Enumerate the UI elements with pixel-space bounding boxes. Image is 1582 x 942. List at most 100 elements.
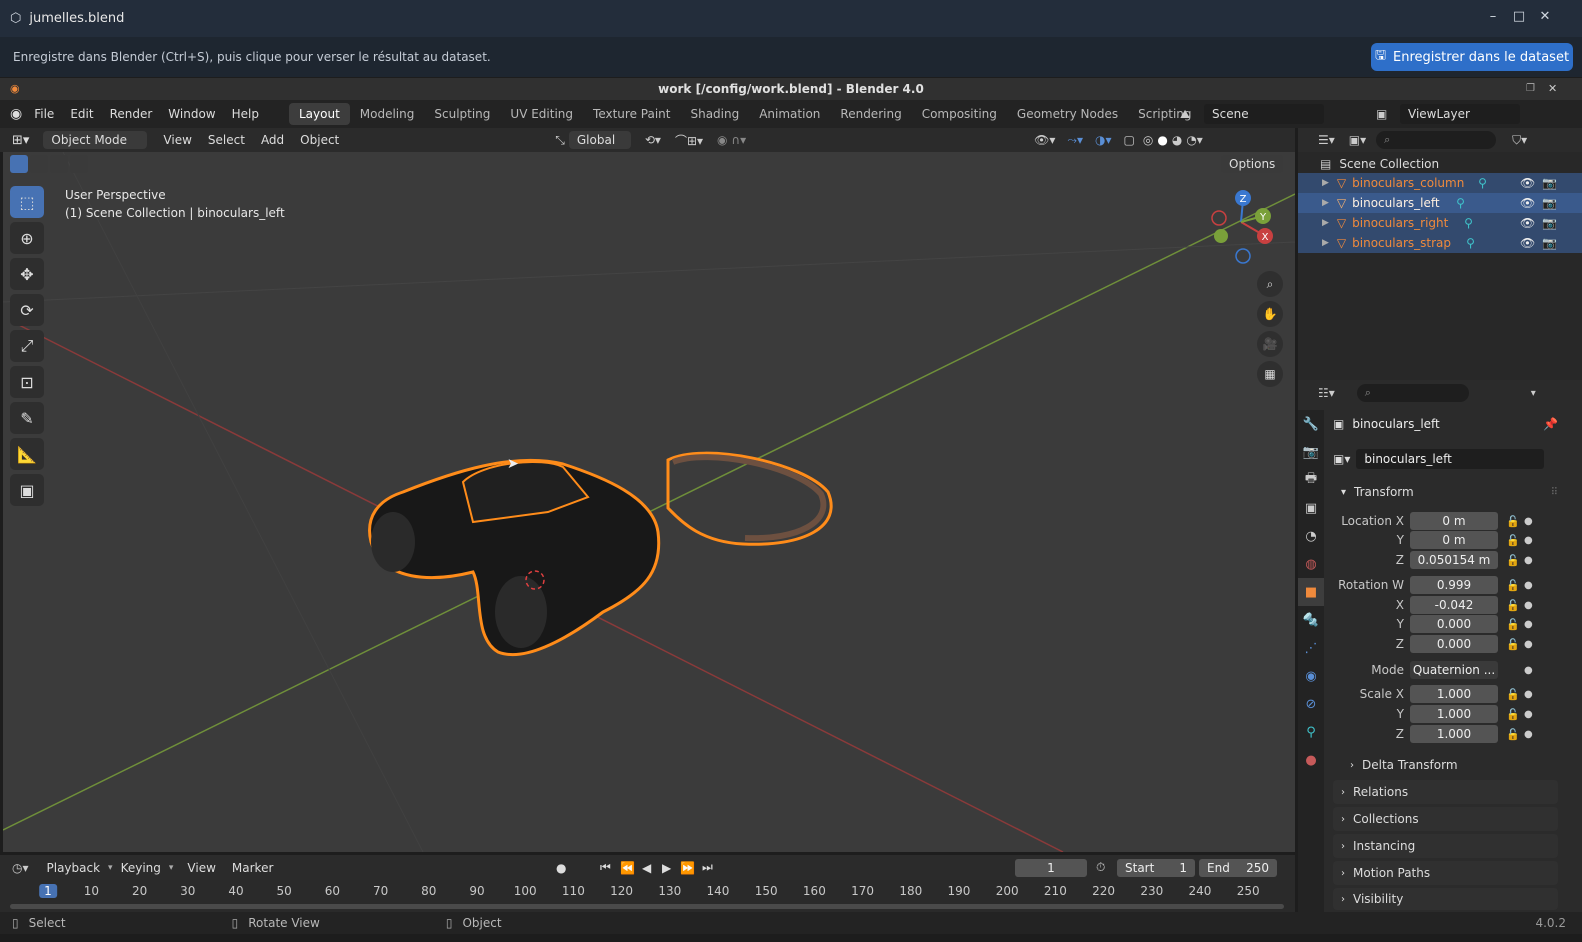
menu-render[interactable]: Render xyxy=(102,107,161,121)
location-z-field[interactable]: 0.050154 m xyxy=(1410,551,1498,569)
properties-options-icon[interactable]: ▾ xyxy=(1531,388,1536,399)
transform-panel-header[interactable]: ▾ Transform ⠿ xyxy=(1333,481,1558,503)
timeline-ruler[interactable]: 1 10 20 30 40 50 60 70 80 90 100 110 120 130 140 150 160… xyxy=(0,880,1295,912)
binoculars-model[interactable] xyxy=(368,451,833,657)
material-shading-icon[interactable]: ◕ xyxy=(1172,133,1182,147)
outliner-search-field[interactable]: ⌕ xyxy=(1376,131,1497,149)
keyframe-dot-icon[interactable]: ● xyxy=(1524,516,1534,527)
output-tab-icon[interactable]: 🖶 xyxy=(1298,466,1324,494)
tab-texture-paint[interactable]: Texture Paint xyxy=(583,103,680,125)
lock-icon[interactable]: 🔓 xyxy=(1504,554,1522,567)
outliner-item-binoculars-right[interactable]: ▶ ▽ binoculars_right ⚲ 👁 📷 xyxy=(1298,213,1582,233)
data-tab-icon[interactable]: ⚲ xyxy=(1298,718,1324,746)
menu-add[interactable]: Add xyxy=(253,133,292,147)
maximize-button[interactable]: □ xyxy=(1510,9,1528,27)
visibility-panel[interactable]: › Visibility xyxy=(1333,888,1558,910)
tab-sculpting[interactable]: Sculpting xyxy=(424,103,500,125)
tab-geometry-nodes[interactable]: Geometry Nodes xyxy=(1007,103,1128,125)
close-window-button[interactable]: ✕ xyxy=(1536,9,1554,27)
proportional-edit-icon[interactable]: ◉ ∩▾ xyxy=(717,133,746,147)
snap-icon[interactable]: ⌒⊞▾ xyxy=(675,132,703,149)
render-camera-icon[interactable]: 📷 xyxy=(1542,176,1557,190)
instancing-panel[interactable]: › Instancing xyxy=(1333,834,1558,858)
transform-orientation-dropdown[interactable]: Global xyxy=(568,131,631,149)
gizmo-neg-y-ball[interactable] xyxy=(1214,229,1228,243)
lock-icon[interactable]: 🔓 xyxy=(1504,618,1522,631)
menu-window[interactable]: Window xyxy=(160,107,223,121)
location-x-field[interactable]: 0 m xyxy=(1410,512,1498,530)
keyframe-dot-icon[interactable]: ● xyxy=(1524,535,1534,546)
object-mode-dropdown[interactable]: Object Mode xyxy=(43,131,148,149)
render-tab-icon[interactable]: 📷 xyxy=(1298,438,1324,466)
visibility-eye-icon[interactable]: 👁 xyxy=(1520,196,1535,210)
lock-icon[interactable]: 🔓 xyxy=(1504,688,1522,701)
select-intersect-icon[interactable] xyxy=(70,155,88,173)
current-frame-field[interactable]: 1 xyxy=(1015,858,1087,877)
expand-arrow-icon[interactable]: ▶ xyxy=(1322,218,1329,228)
select-extend-icon[interactable] xyxy=(30,155,48,173)
gizmo-neg-z-ball[interactable] xyxy=(1235,248,1251,264)
keyframe-dot-icon[interactable]: ● xyxy=(1524,619,1534,630)
render-camera-icon[interactable]: 📷 xyxy=(1542,216,1557,230)
xray-icon[interactable]: ▢ xyxy=(1124,133,1135,147)
editor-type-icon[interactable]: ⊞▾ xyxy=(12,133,29,148)
wireframe-shading-icon[interactable]: ◎ xyxy=(1143,133,1153,147)
lock-icon[interactable]: 🔓 xyxy=(1504,708,1522,721)
preview-range-icon[interactable]: ⏱ xyxy=(1096,860,1105,875)
solid-shading-icon[interactable]: ● xyxy=(1157,133,1167,147)
modifier-tab-icon[interactable]: 🔩 xyxy=(1298,606,1324,634)
start-frame-field[interactable]: Start 1 xyxy=(1117,858,1195,877)
tab-compositing[interactable]: Compositing xyxy=(912,103,1007,125)
relations-panel[interactable]: › Relations xyxy=(1333,780,1558,804)
visibility-icon[interactable]: 👁▾ xyxy=(1034,133,1055,147)
transform-tool-icon[interactable]: ⊡ xyxy=(10,366,44,398)
jump-prev-key-icon[interactable]: ⏪ xyxy=(620,861,635,875)
object-name-field[interactable]: binoculars_left xyxy=(1356,449,1545,469)
render-camera-icon[interactable]: 📷 xyxy=(1542,196,1557,210)
annotate-tool-icon[interactable]: ✎ xyxy=(10,402,44,434)
jump-next-key-icon[interactable]: ⏩ xyxy=(680,861,695,875)
viewlayer-name-field[interactable]: ViewLayer xyxy=(1400,104,1520,124)
scale-x-field[interactable]: 1.000 xyxy=(1410,685,1498,703)
scale-z-field[interactable]: 1.000 xyxy=(1410,725,1498,743)
rotation-mode-dropdown[interactable]: Quaternion ... xyxy=(1410,661,1498,679)
timeline-view-menu[interactable]: View xyxy=(179,861,223,875)
camera-view-icon[interactable]: 🎥 xyxy=(1257,331,1283,357)
menu-view[interactable]: View xyxy=(155,133,199,147)
filter-icon[interactable]: ⛉▾ xyxy=(1512,133,1527,148)
drag-handle-icon[interactable]: ⠿ xyxy=(1551,487,1558,498)
timeline-marker-menu[interactable]: Marker xyxy=(224,861,281,875)
add-cube-tool-icon[interactable]: ▣ xyxy=(10,474,44,506)
jump-end-icon[interactable]: ⏭ xyxy=(702,860,713,875)
timeline-editor-icon[interactable]: ◷▾ xyxy=(12,861,29,875)
rotation-w-field[interactable]: 0.999 xyxy=(1410,576,1498,594)
tab-modeling[interactable]: Modeling xyxy=(350,103,425,125)
visibility-eye-icon[interactable]: 👁 xyxy=(1520,216,1535,230)
outliner-item-binoculars-left[interactable]: ▶ ▽ binoculars_left ⚲ 👁 📷 xyxy=(1298,193,1582,213)
minimize-button[interactable]: – xyxy=(1484,9,1502,27)
scale-y-field[interactable]: 1.000 xyxy=(1410,705,1498,723)
location-y-field[interactable]: 0 m xyxy=(1410,531,1498,549)
end-frame-field[interactable]: End 250 xyxy=(1199,858,1277,877)
tab-layout[interactable]: Layout xyxy=(288,103,350,125)
object-tab-icon[interactable]: ■ xyxy=(1298,578,1324,606)
properties-search-field[interactable]: ⌕ xyxy=(1356,384,1469,402)
constraints-tab-icon[interactable]: ⊘ xyxy=(1298,690,1324,718)
pan-hand-icon[interactable]: ✋ xyxy=(1257,301,1283,327)
scene-icon[interactable]: ⛰ xyxy=(1180,107,1190,122)
menu-file[interactable]: File xyxy=(26,107,62,121)
lock-icon[interactable]: 🔓 xyxy=(1504,515,1522,528)
scene-tab-icon[interactable]: ◔ xyxy=(1298,522,1324,550)
gizmo-toggle-icon[interactable]: ⤳▾ xyxy=(1067,133,1083,148)
navigation-gizmo[interactable]: Z X Y xyxy=(1211,190,1273,264)
material-tab-icon[interactable]: ● xyxy=(1298,746,1324,774)
render-camera-icon[interactable]: 📷 xyxy=(1542,236,1557,250)
tool-tab-icon[interactable]: 🔧 xyxy=(1298,410,1324,438)
tab-uv-editing[interactable]: UV Editing xyxy=(500,103,583,125)
outliner-item-binoculars-column[interactable]: ▶ ▽ binoculars_column ⚲ 👁 📷 xyxy=(1298,173,1582,193)
play-icon[interactable]: ▶ xyxy=(662,861,671,875)
auto-keying-icon[interactable]: ● xyxy=(556,861,566,875)
world-tab-icon[interactable]: ◍ xyxy=(1298,550,1324,578)
transform-orientation-icon[interactable]: ⤡ xyxy=(555,133,565,148)
expand-arrow-icon[interactable]: ▶ xyxy=(1322,238,1329,248)
